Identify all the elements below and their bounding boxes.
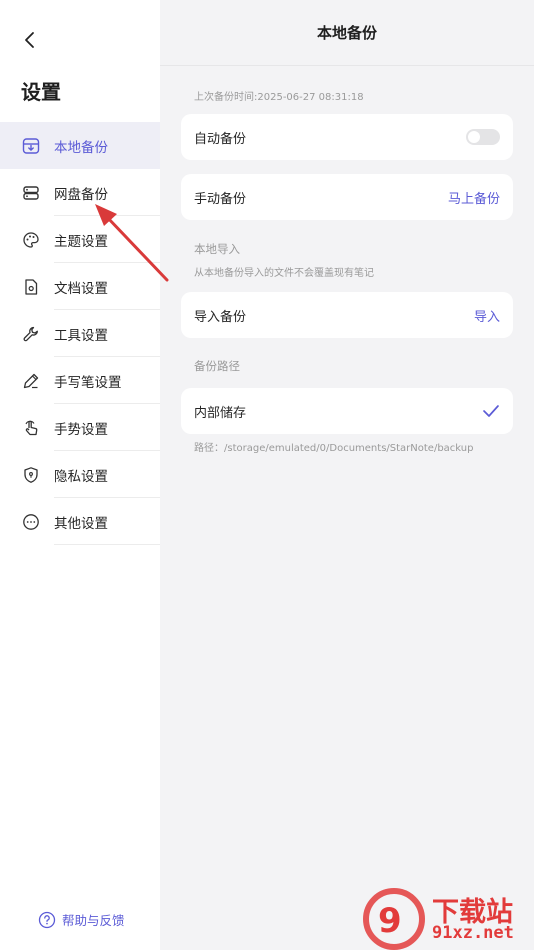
sidebar-item-label: 工具设置 [54,327,108,344]
cloud-drive-icon [21,183,41,203]
hand-gesture-icon [21,418,41,438]
local-backup-icon [21,136,41,156]
sidebar-item-gesture[interactable]: 手势设置 [0,404,160,451]
chevron-left-icon [25,32,34,48]
shield-icon [21,465,41,485]
sidebar-item-label: 手势设置 [54,421,108,438]
watermark-en: 91xz.net [432,923,514,943]
sidebar-item-cloud-backup[interactable]: 网盘备份 [0,169,160,216]
help-feedback-link[interactable]: 帮助与反馈 [38,910,125,929]
sidebar-item-local-backup[interactable]: 本地备份 [0,122,160,169]
page-header: 本地备份 [160,0,534,66]
watermark-emblem: 9 [363,888,425,950]
sidebar-item-label: 其他设置 [54,515,108,532]
sidebar-item-label: 本地备份 [54,139,108,156]
import-button[interactable]: 导入 [474,306,500,325]
sidebar-item-privacy[interactable]: 隐私设置 [0,451,160,498]
palette-icon [21,230,41,250]
more-icon [21,512,41,532]
sidebar-item-stylus[interactable]: 手写笔设置 [0,357,160,404]
sidebar-item-label: 网盘备份 [54,186,108,203]
checkmark-icon [483,405,499,417]
import-section-desc: 从本地备份导入的文件不会覆盖现有笔记 [194,268,374,279]
sidebar-item-label: 文档设置 [54,280,108,297]
wrench-icon [21,324,41,344]
sidebar-item-label: 手写笔设置 [54,374,122,391]
page-title: 本地备份 [316,24,377,42]
back-button[interactable] [18,28,42,52]
auto-backup-label: 自动备份 [194,131,247,147]
auto-backup-toggle[interactable] [466,129,500,145]
sidebar-item-other[interactable]: 其他设置 [0,498,160,545]
path-section-label: 备份路径 [194,359,240,373]
import-section-label: 本地导入 [194,242,240,256]
last-backup-time: 上次备份时间:2025-06-27 08:31:18 [194,92,364,103]
sidebar-item-document[interactable]: 文档设置 [0,263,160,310]
sidebar-item-label: 主题设置 [54,233,108,250]
svg-text:9: 9 [378,901,402,941]
backup-path-text: 路径：/storage/emulated/0/Documents/StarNot… [194,443,474,454]
backup-now-button[interactable]: 马上备份 [448,188,500,207]
main-panel: 本地备份 上次备份时间:2025-06-27 08:31:18 自动备份 手动备… [160,0,534,950]
sidebar-item-tools[interactable]: 工具设置 [0,310,160,357]
pen-icon [21,371,41,391]
watermark-logo: 9 下载站 91xz.net [362,888,534,950]
sidebar-title: 设置 [21,80,61,104]
internal-storage-label: 内部储存 [194,405,247,421]
import-backup-label: 导入备份 [194,309,247,325]
help-icon [38,911,56,928]
internal-storage-row[interactable]: 内部储存 [181,388,513,434]
document-gear-icon [21,277,41,297]
sidebar-item-label: 隐私设置 [54,468,108,485]
manual-backup-row: 手动备份 马上备份 [181,174,513,220]
sidebar: 设置 本地备份 网盘备份 主题设置 文档设置 工具设置 手写笔设置 手势设置 隐… [0,0,160,950]
settings-nav: 本地备份 网盘备份 主题设置 文档设置 工具设置 手写笔设置 手势设置 隐私设置… [0,122,160,545]
manual-backup-label: 手动备份 [194,191,247,207]
auto-backup-row: 自动备份 [181,114,513,160]
import-backup-row: 导入备份 导入 [181,292,513,338]
sidebar-item-theme[interactable]: 主题设置 [0,216,160,263]
help-feedback-label: 帮助与反馈 [62,913,125,928]
